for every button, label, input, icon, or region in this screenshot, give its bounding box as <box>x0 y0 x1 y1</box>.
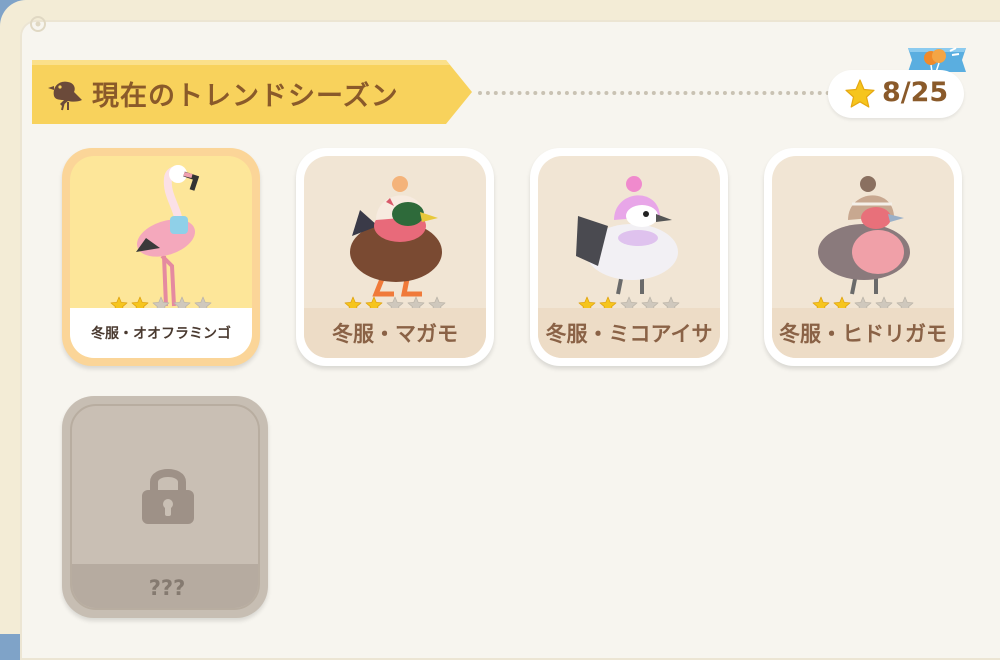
smew-portrait <box>576 176 678 295</box>
card-inner: 冬服・マガモ <box>304 156 486 358</box>
star-icon <box>845 79 875 108</box>
star-progress-counter: 8/25 <box>828 70 964 118</box>
flower-icon <box>30 16 46 32</box>
card-wigeon[interactable]: 冬服・ヒドリガモ <box>764 148 962 366</box>
flamingo-portrait <box>136 165 200 307</box>
progress-text: 8/25 <box>882 77 949 108</box>
card-inner: ??? <box>70 404 260 610</box>
divider <box>478 91 838 95</box>
card-flamingo[interactable]: 冬服・オオフラミンゴ <box>62 148 260 366</box>
screen: 現在のトレンドシーズン 8/25 冬服・オオフラミンゴ 冬服・マガモ 冬服・ミコ… <box>0 0 1000 660</box>
card-name: 冬服・ヒドリガモ <box>772 308 954 358</box>
lock-icon <box>142 469 194 524</box>
mallard-portrait <box>350 176 442 297</box>
bird-icon <box>48 81 82 111</box>
card-inner: 冬服・オオフラミンゴ <box>70 156 252 358</box>
card-mallard[interactable]: 冬服・マガモ <box>296 148 494 366</box>
card-inner: 冬服・ミコアイサ <box>538 156 720 358</box>
card-name: 冬服・ミコアイサ <box>538 308 720 358</box>
card-name: 冬服・オオフラミンゴ <box>70 308 252 358</box>
locked-label: ??? <box>72 564 258 608</box>
page-title: 現在のトレンドシーズン <box>92 81 399 112</box>
locked-card[interactable]: ??? <box>62 396 268 618</box>
card-smew[interactable]: 冬服・ミコアイサ <box>530 148 728 366</box>
card-inner: 冬服・ヒドリガモ <box>772 156 954 358</box>
card-name: 冬服・マガモ <box>304 308 486 358</box>
wigeon-portrait <box>818 176 910 295</box>
